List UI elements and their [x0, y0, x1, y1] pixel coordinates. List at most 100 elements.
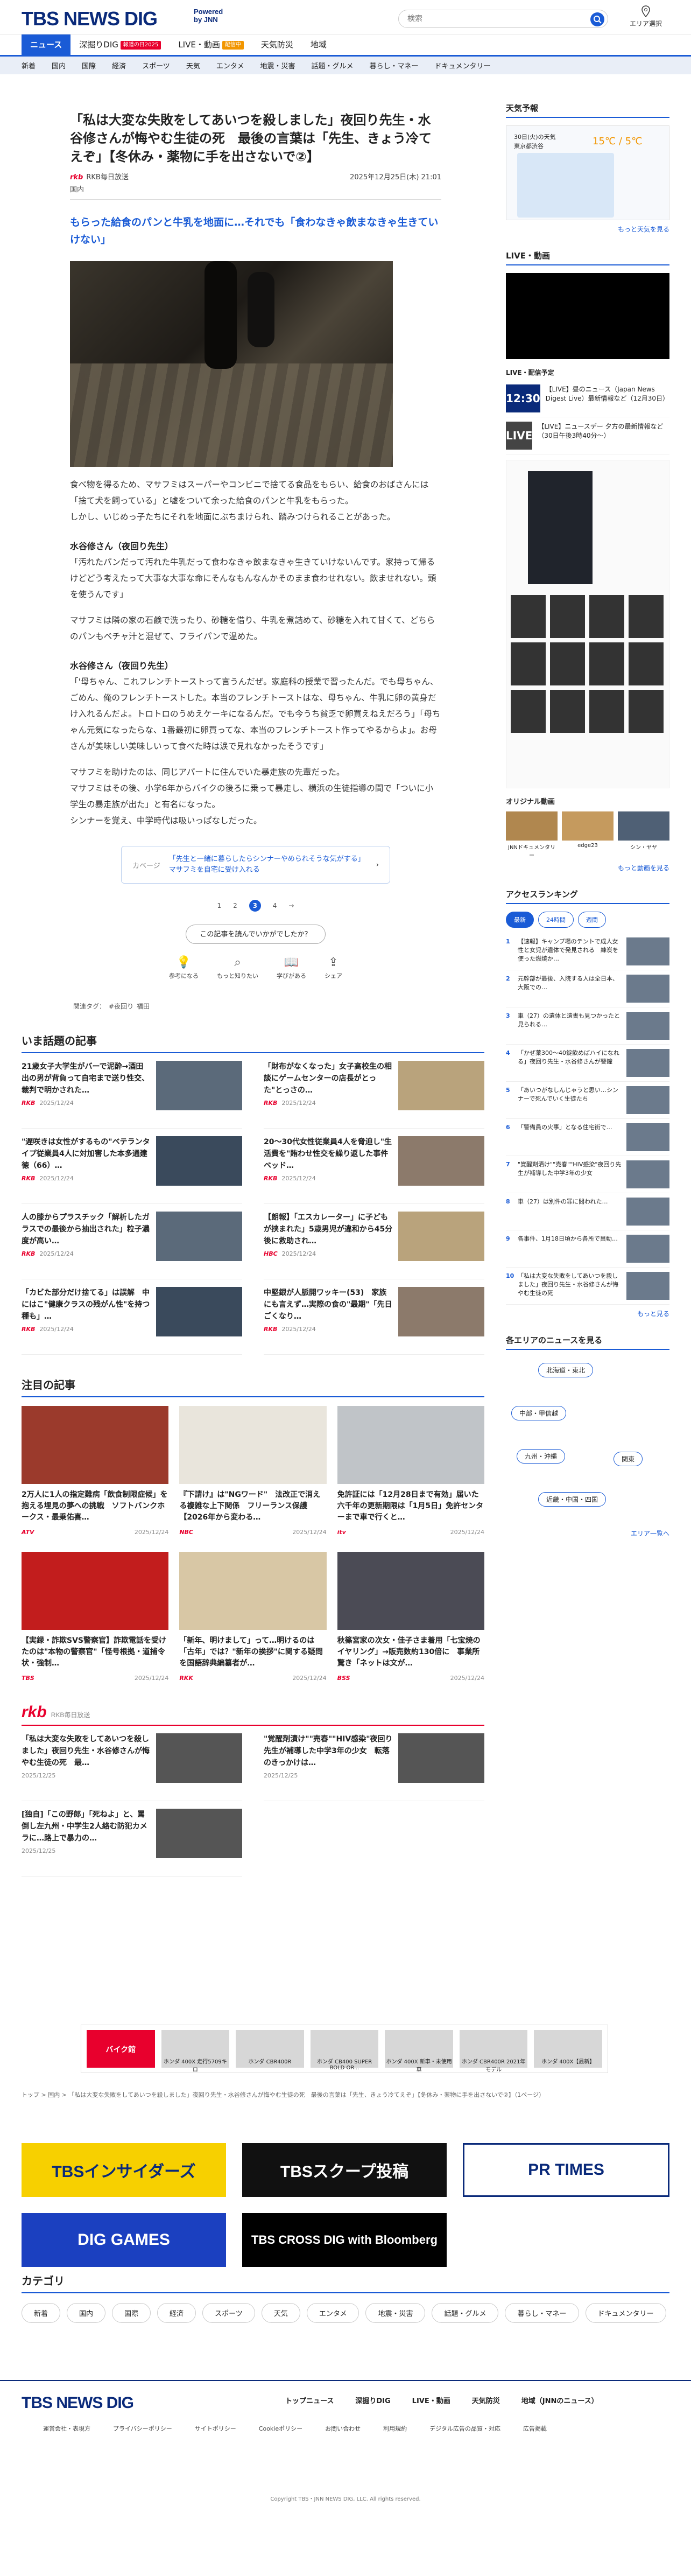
ranking-item[interactable]: 2 元幹部が最後、入院する人は全日本、大阪での… — [506, 970, 669, 1007]
article-source[interactable]: RKB毎日放送 — [86, 173, 128, 181]
schedule-item[interactable]: 12:30 【LIVE】昼のニュース（Japan News Digest Live… — [506, 380, 669, 417]
article-category[interactable]: 国内 — [70, 184, 441, 200]
featured-card[interactable]: 2万人に1人の指定難病「飲食制限症候」を抱える埋見の夢への挑戦 ソフトバンクホー… — [22, 1406, 169, 1536]
footer-link[interactable]: 広告掲載 — [523, 2424, 547, 2433]
sponsor-item[interactable]: ホンダ 400X【最新】 — [534, 2030, 603, 2068]
search-box[interactable] — [398, 10, 608, 28]
fashion-ad[interactable] — [506, 460, 669, 788]
schedule-item[interactable]: LIVE 【LIVE】ニュースデー 夕方の最新情報など（30日午後3時40分～） — [506, 417, 669, 454]
rkb-card[interactable]: 「私は大変な失敗をしてあいつを殺しました」夜回り先生・水谷修さんが悔やむ生徒の死… — [22, 1726, 242, 1801]
page-next[interactable]: → — [288, 900, 294, 912]
footer-link[interactable]: 運営会社・表現方 — [43, 2424, 90, 2433]
trending-card[interactable]: 中堅銀が人脈開ワッキー(53) 家族にも言えず…実際の食の"最期"「先日ごくなり… — [264, 1279, 484, 1355]
trending-card[interactable]: 20～30代女性従業員4人を脅迫し"生活費を"賄わせ性交を繰り返した事件 ベッド… — [264, 1129, 484, 1204]
react-more[interactable]: ⌕ もっと知りたい — [217, 956, 258, 980]
footer-nav-item[interactable]: 天気防災 — [472, 2395, 500, 2405]
region-more-link[interactable]: エリア一覧へ — [506, 1529, 669, 1538]
ranking-item[interactable]: 3 車（27）の遺体と遺書も見つかったと見られる… — [506, 1007, 669, 1045]
category-chip[interactable]: 天気 — [261, 2303, 300, 2323]
area-select[interactable]: エリア選択 — [630, 5, 662, 28]
sponsor-item[interactable]: ホンダ CBR400R — [236, 2030, 304, 2068]
region-button[interactable]: 中部・甲信越 — [511, 1406, 567, 1420]
footer-nav-item[interactable]: LIVE・動画 — [412, 2395, 450, 2405]
category-chip[interactable]: 新着 — [22, 2303, 61, 2323]
ranking-item[interactable]: 9 各事件、1月18日頃から各所で異動… — [506, 1230, 669, 1268]
trending-card[interactable]: 「財布がなくなった」女子高校生の相談にゲームセンターの店長がとった"とっさの… R… — [264, 1053, 484, 1129]
trending-card[interactable]: 人の膝からプラスチック「解析したガラスでの最後から抽出された」粒子濃度が高い… R… — [22, 1204, 242, 1279]
region-button[interactable]: 関東 — [614, 1452, 643, 1466]
orig-video[interactable]: JNNドキュメンタリー — [506, 811, 558, 859]
category-chip[interactable]: 経済 — [157, 2303, 196, 2323]
react-learn[interactable]: 📖 学びがある — [277, 956, 306, 980]
react-useful[interactable]: 💡 参考になる — [169, 956, 199, 980]
react-share[interactable]: ⇪ シェア — [325, 956, 342, 980]
subnav-item[interactable]: 話題・グルメ — [311, 60, 353, 71]
page-link[interactable]: 2 — [233, 900, 237, 912]
ranking-item[interactable]: 10 「私は大変な失敗をしてあいつを殺しました」夜回り先生・水谷修さんが悔やむ生徒… — [506, 1268, 669, 1305]
ranking-item[interactable]: 6 「警備員の火事」となる住宅街で… — [506, 1119, 669, 1156]
search-input[interactable] — [407, 15, 569, 23]
banner-scoop[interactable]: TBSスクープ投稿 — [242, 2143, 447, 2197]
region-button[interactable]: 北海道・東北 — [538, 1363, 594, 1377]
nav-region[interactable]: 地域 — [302, 34, 335, 55]
sponsor-item[interactable]: ホンダ CBR400R 2021年モデル — [459, 2030, 528, 2073]
subnav-item[interactable]: 経済 — [112, 60, 126, 71]
featured-card[interactable]: 免許証には「12月28日まで有効」届いた六千年の更新期限は「1月5日」免許センタ… — [337, 1406, 484, 1536]
footer-nav-item[interactable]: トップニュース — [285, 2395, 334, 2405]
banner-diggames[interactable]: DIG GAMES — [22, 2213, 226, 2267]
orig-video[interactable]: シン・ヤヤ — [618, 811, 669, 859]
nav-live[interactable]: LIVE・動画 配信中 — [170, 34, 252, 55]
subnav-item[interactable]: 地震・災害 — [260, 60, 295, 71]
trending-card[interactable]: 21歳女子大学生がバーで泥酔→酒田出の男が背負って自宅まで送り性交、裁判で明かさ… — [22, 1053, 242, 1129]
site-logo[interactable]: TBS NEWS DIG — [22, 8, 158, 30]
category-chip[interactable]: ドキュメンタリー — [585, 2303, 666, 2323]
subnav-item[interactable]: 新着 — [22, 60, 36, 71]
nav-news[interactable]: ニュース — [22, 34, 71, 55]
tag-link[interactable]: #夜回り — [109, 1003, 133, 1010]
ranking-item[interactable]: 4 「かぜ薬300～40錠飲めばハイになれる」夜回り先生・水谷修さんが警鐘 — [506, 1045, 669, 1082]
next-page-link[interactable]: カベージ 「先生と一緒に暮らしたらシンナーやめられそうな気がする」マサフミを自宅… — [121, 846, 390, 884]
subnav-item[interactable]: 国内 — [52, 60, 66, 71]
ranking-item[interactable]: 1 【速報】キャンプ場のテントで成人女性と女児が遺体で発見される 練炭を使った燃焼… — [506, 933, 669, 970]
footer-link[interactable]: Cookieポリシー — [259, 2424, 302, 2433]
tab-latest[interactable]: 最新 — [506, 912, 534, 928]
trending-card[interactable]: 【朗報】「エスカレーター」に子どもが挟まれた」5歳男児が違和から45分後に救助さ… — [264, 1204, 484, 1279]
subnav-item[interactable]: 天気 — [186, 60, 200, 71]
ranking-item[interactable]: 7 "覚醒剤漬け""売春""HIV感染"夜回り先生が補導した中学3年の少女 — [506, 1156, 669, 1193]
featured-card[interactable]: 「新年、明けまして」って…明けるのは「古年」では？"新年の挨拶"に関する疑問を国… — [179, 1552, 327, 1682]
footer-link[interactable]: プライバシーポリシー — [113, 2424, 172, 2433]
footer-link[interactable]: サイトポリシー — [195, 2424, 236, 2433]
footer-link[interactable]: デジタル広告の品質・対応 — [429, 2424, 500, 2433]
category-chip[interactable]: 話題・グルメ — [432, 2303, 499, 2323]
ranking-more-link[interactable]: もっと見る — [506, 1309, 669, 1318]
sponsor-item[interactable]: バイク館 — [87, 2030, 155, 2068]
sticky-ad[interactable]: バイク館 ホンダ 400X 走行5709キロ ホンダ CBR400R ホンダ CB40… — [81, 2025, 608, 2073]
featured-card[interactable]: 秋篠宮家の次女・佳子さま着用「七宝焼のイヤリング」→販売数約130倍に 事業所驚… — [337, 1552, 484, 1682]
tab-24h[interactable]: 24時間 — [538, 912, 574, 928]
subnav-item[interactable]: 暮らし・マネー — [369, 60, 418, 71]
category-chip[interactable]: 国内 — [67, 2303, 106, 2323]
subnav-item[interactable]: 国際 — [82, 60, 96, 71]
search-button[interactable] — [590, 12, 604, 26]
banner-insiders[interactable]: TBSインサイダーズ — [22, 2143, 226, 2197]
weather-more-link[interactable]: もっと天気を見る — [506, 225, 669, 234]
trending-card[interactable]: 「カビた部分だけ捨てる」は誤解 中にはこ"健康クラスの残がん性"を持つ種も」… R… — [22, 1279, 242, 1355]
rkb-card[interactable]: "覚醒剤漬け""売春""HIV感染"夜回り先生が補導した中学3年の少女 転落のき… — [264, 1726, 484, 1801]
category-chip[interactable]: 国際 — [112, 2303, 151, 2323]
ranking-item[interactable]: 5 「あいつがなしんじゃうと思い…シンナーで死んでいく生徒たち — [506, 1082, 669, 1119]
footer-nav-item[interactable]: 深掘りDIG — [355, 2395, 390, 2405]
footer-nav-item[interactable]: 地域（JNNのニュース） — [521, 2395, 598, 2405]
ranking-item[interactable]: 8 車（27）は別件の罪に問われた… — [506, 1193, 669, 1230]
featured-card[interactable]: 【実録・詐欺SVS警察官】詐欺電話を受けたのは"本物の警察官"「怪号根拠・道捕令… — [22, 1552, 169, 1682]
nav-weather[interactable]: 天気防災 — [252, 34, 302, 55]
tab-weekly[interactable]: 週間 — [578, 912, 606, 928]
tag-link[interactable]: 福田 — [137, 1003, 150, 1010]
footer-link[interactable]: 利用規約 — [383, 2424, 407, 2433]
category-chip[interactable]: スポーツ — [202, 2303, 255, 2323]
sponsor-item[interactable]: ホンダ CB400 SUPER BOLD OR... — [310, 2030, 379, 2071]
banner-prtimes[interactable]: PR TIMES — [463, 2143, 669, 2197]
region-button[interactable]: 近畿・中国・四国 — [538, 1492, 607, 1507]
footer-logo[interactable]: TBS NEWS DIG — [22, 2394, 134, 2412]
orig-more-link[interactable]: もっと動画を見る — [506, 863, 669, 872]
banner-crossdig[interactable]: TBS CROSS DIG with Bloomberg — [242, 2213, 447, 2267]
